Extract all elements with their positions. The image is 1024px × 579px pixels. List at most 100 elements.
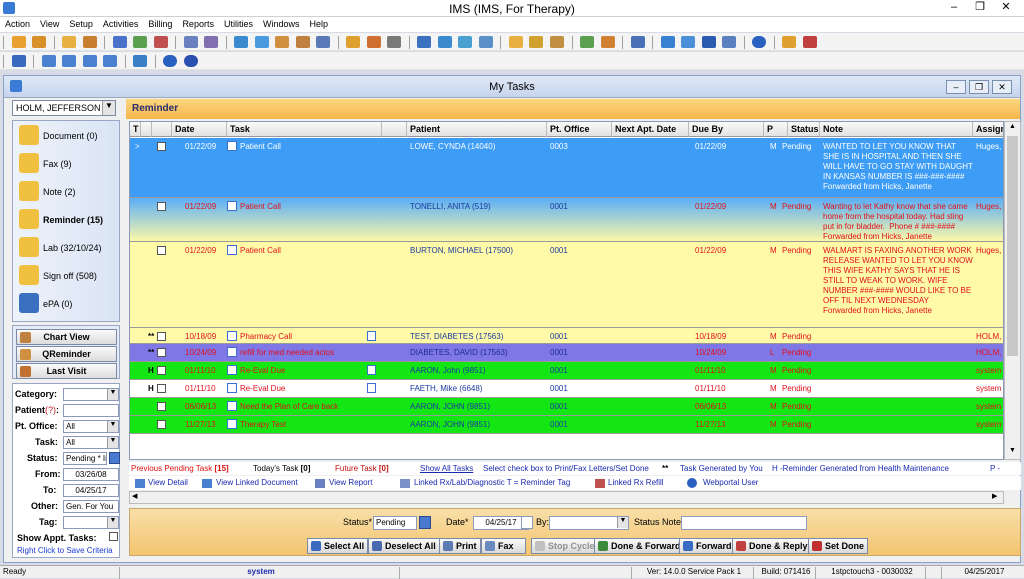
row-checkbox[interactable] [157,332,166,341]
qreminder-button[interactable]: QReminder [16,346,117,362]
office-select[interactable]: All ▼ [63,420,119,433]
status-picker-icon[interactable] [419,516,431,529]
grid-horizontal-scrollbar[interactable]: ◀ ▶ [129,491,1004,504]
select-all-button[interactable]: Select All [307,538,369,554]
task-detail-icon[interactable] [227,419,237,429]
last-record-icon[interactable] [103,55,118,67]
linked-document-icon[interactable] [367,383,376,393]
column-header[interactable]: Due By [689,122,764,137]
column-header[interactable]: Patient [407,122,547,137]
linked-document-icon[interactable] [367,331,376,341]
table-row[interactable]: 01/22/09 Patient Call TONELLI, ANITA (519)… [130,198,1003,242]
users-icon[interactable] [32,36,47,48]
note-icon[interactable] [529,36,544,48]
chevron-down-icon[interactable]: ▼ [102,101,115,115]
column-header[interactable]: Assign [973,122,1003,137]
patient-help-link[interactable]: (?) [45,405,56,415]
stop-cycle-button[interactable]: Stop Cycle [531,538,599,554]
scroll-left-icon[interactable]: ◀ [132,492,137,500]
show-all-tasks-link[interactable]: Show All Tasks [420,464,473,473]
export-icon[interactable] [681,36,696,48]
table-row[interactable]: 01/22/09 Patient Call BURTON, MICHAEL (175… [130,242,1003,328]
status-note-input[interactable] [681,516,807,530]
nav-item-lab[interactable]: Lab (32/10/24) [17,235,117,261]
list-icon[interactable] [630,36,645,48]
schedule-icon[interactable] [366,36,381,48]
bar-chart-icon[interactable] [580,36,595,48]
print-button[interactable]: Print [439,538,481,554]
column-header[interactable] [141,122,152,137]
menu-activities[interactable]: Activities [98,17,144,29]
reload-icon[interactable] [133,55,148,67]
task-detail-icon[interactable] [227,365,237,375]
mail-icon[interactable] [437,36,452,48]
patient-select[interactable]: HOLM, JEFFERSON ▼ [12,100,116,116]
linked-document-icon[interactable] [367,365,376,375]
task-detail-icon[interactable] [227,347,237,357]
grid-vertical-scrollbar[interactable]: ▲ ▼ [1004,121,1021,460]
task-detail-icon[interactable] [227,331,237,341]
action-status-select[interactable]: Pending [373,516,417,530]
show-appt-checkbox[interactable] [109,532,118,541]
task-detail-icon[interactable] [227,141,237,151]
action-by-select[interactable]: ▼ [549,516,629,530]
table-row[interactable]: >01/22/09 Patient Call LOWE, CYNDA (14040)… [130,138,1003,198]
table-row[interactable]: H 01/11/10 Re-Eval Due FAETH, Mike (6648) 00… [130,380,1003,398]
done-forward-button[interactable]: Done & Forward [594,538,685,554]
today-task-legend[interactable]: Today's Task [0] [253,464,310,473]
nav-item-sign[interactable]: Sign off (508) [17,263,117,289]
to-date-input[interactable]: 04/25/17 [63,484,119,497]
row-checkbox[interactable] [157,366,166,375]
help-icon[interactable] [752,36,767,48]
cancel-icon[interactable] [183,55,198,67]
menu-help[interactable]: Help [304,17,333,29]
restore-icon[interactable]: ❐ [966,0,994,16]
row-checkbox[interactable] [157,246,166,255]
other-select[interactable]: Gen. For You [63,500,119,513]
status-filter-input[interactable]: Pending * In [63,452,107,465]
column-header[interactable]: Date [172,122,227,137]
nav-item-fax[interactable]: Fax (9) [17,151,117,177]
window-restore-icon[interactable]: ❐ [969,80,989,94]
vertical-scroll-thumb[interactable] [1007,136,1018,356]
user-icon[interactable] [11,36,26,48]
inbox-icon[interactable] [458,36,473,48]
transfer-icon[interactable] [234,36,249,48]
row-checkbox[interactable] [157,420,166,429]
menu-view[interactable]: View [35,17,64,29]
print-icon[interactable] [549,36,564,48]
next-record-icon[interactable] [82,55,97,67]
row-checkbox[interactable] [157,384,166,393]
chart-icon[interactable] [153,36,168,48]
patient-filter-input[interactable] [63,404,119,417]
status-picker-icon[interactable] [109,452,120,464]
column-header[interactable]: P [764,122,788,137]
done-reply-button[interactable]: Done & Reply [732,538,812,554]
table-row[interactable]: 11/27/13 Therapy Test AARON, JOHN (9851) 00… [130,416,1003,434]
menu-utilities[interactable]: Utilities [219,17,258,29]
edit-icon[interactable] [82,36,97,48]
first-record-icon[interactable] [41,55,56,67]
scroll-down-icon[interactable]: ▼ [1006,447,1019,457]
last-visit-button[interactable]: Last Visit [16,363,117,379]
nav-item-note[interactable]: Note (2) [17,179,117,205]
menu-action[interactable]: Action [0,17,35,29]
forward-button[interactable]: Forward [679,538,736,554]
row-checkbox[interactable] [157,402,166,411]
nav-item-epa[interactable]: ePA (0) [17,291,117,317]
column-header[interactable]: Status [788,122,820,137]
scroll-up-icon[interactable]: ▲ [1006,123,1019,133]
logout-icon[interactable] [802,36,817,48]
network-icon[interactable] [316,36,331,48]
nav-item-reminder[interactable]: Reminder (15) [17,207,117,233]
column-header[interactable] [382,122,407,137]
category-select[interactable]: ▼ [63,388,119,401]
close-icon[interactable]: ✕ [992,0,1020,16]
previous-task-legend[interactable]: Previous Pending Task [15] [131,464,229,473]
sync-icon[interactable] [254,36,269,48]
group-icon[interactable] [295,36,310,48]
calendar-icon[interactable] [346,36,361,48]
column-header[interactable]: T [130,122,141,137]
previous-record-icon[interactable] [62,55,77,67]
column-header[interactable] [152,122,172,137]
